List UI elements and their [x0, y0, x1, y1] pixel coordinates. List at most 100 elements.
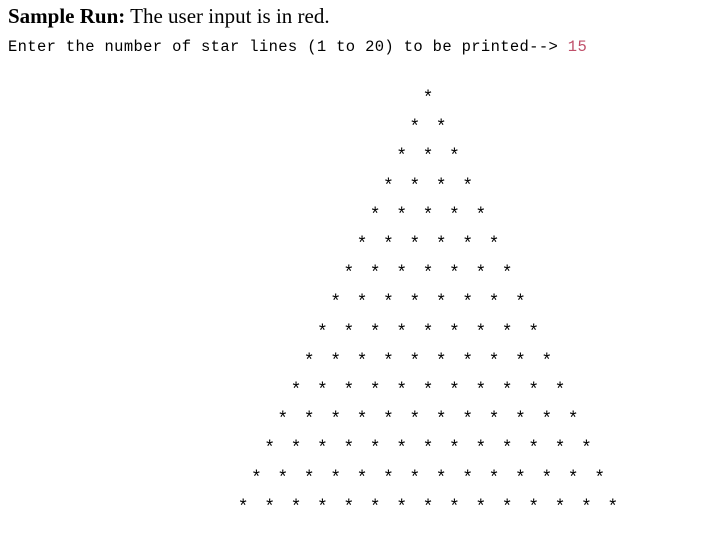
star-char: * [382, 410, 394, 431]
star-char: * [343, 439, 355, 460]
star-char: * [528, 439, 539, 460]
star-char: * [528, 381, 539, 401]
user-input-value: 15 [567, 38, 588, 56]
star-char: * [396, 439, 407, 460]
console-prompt-line: Enter the number of star lines (1 to 20)… [8, 38, 587, 56]
star-char: * [501, 264, 513, 285]
star-char: * [448, 322, 460, 343]
star-char: * [382, 176, 394, 197]
star-char: * [501, 381, 513, 401]
star-char: * [356, 468, 368, 489]
star-char: * [501, 322, 513, 343]
star-char: * [462, 293, 473, 314]
star-char: * [448, 439, 460, 460]
star-char: * [330, 468, 341, 489]
star-char: * [475, 205, 487, 226]
star-char: * [462, 351, 473, 372]
star-char: * [448, 264, 460, 285]
star-char: * [330, 293, 341, 314]
sample-run-label: Sample Run: [8, 4, 126, 28]
star-char: * [277, 410, 289, 431]
star-char: * [488, 293, 500, 314]
star-char: * [396, 147, 407, 168]
star-char: * [554, 497, 566, 518]
star-char: * [396, 322, 407, 343]
star-char: * [435, 118, 447, 139]
star-char: * [488, 468, 500, 489]
star-char: * [422, 89, 434, 109]
star-char: * [237, 497, 249, 518]
star-char: * [448, 381, 460, 401]
star-char: * [541, 410, 553, 431]
star-char: * [528, 322, 539, 343]
star-char: * [356, 293, 368, 314]
star-char: * [330, 351, 341, 372]
star-char: * [422, 147, 434, 168]
star-char: * [422, 205, 434, 226]
star-char: * [303, 468, 315, 489]
star-char: * [382, 293, 394, 314]
star-char: * [316, 439, 328, 460]
star-char: * [567, 468, 579, 489]
star-char: * [554, 381, 566, 401]
star-char: * [264, 497, 275, 518]
star-char: * [488, 410, 500, 431]
star-char: * [448, 205, 460, 226]
star-char: * [488, 235, 500, 255]
star-char: * [316, 322, 328, 343]
star-char: * [462, 235, 473, 255]
star-char: * [435, 176, 447, 197]
star-char: * [396, 381, 407, 401]
star-char: * [422, 439, 434, 460]
star-char: * [409, 235, 421, 255]
star-char: * [277, 468, 289, 489]
star-char: * [435, 468, 447, 489]
star-char: * [396, 205, 407, 226]
star-char: * [264, 439, 275, 460]
star-char: * [435, 410, 447, 431]
star-char: * [290, 381, 302, 401]
star-char: * [396, 497, 407, 518]
star-char: * [356, 351, 368, 372]
star-char: * [409, 118, 421, 139]
prompt-text: Enter the number of star lines (1 to 20)… [8, 38, 568, 56]
star-char: * [330, 410, 341, 431]
star-char: * [422, 264, 434, 285]
star-char: * [369, 205, 381, 226]
star-char: * [528, 497, 539, 518]
star-char: * [422, 381, 434, 401]
sample-run-heading: Sample Run: The user input is in red. [8, 4, 330, 29]
star-char: * [343, 264, 355, 285]
star-char: * [541, 468, 553, 489]
star-char: * [290, 497, 302, 518]
star-char: * [369, 439, 381, 460]
star-char: * [382, 468, 394, 489]
star-char: * [580, 439, 592, 460]
star-char: * [316, 381, 328, 401]
star-char: * [594, 468, 605, 489]
star-char: * [435, 293, 447, 314]
star-char: * [409, 351, 421, 372]
star-char: * [514, 468, 526, 489]
star-char: * [356, 235, 368, 255]
star-char: * [475, 322, 487, 343]
star-char: * [475, 497, 487, 518]
star-char: * [409, 293, 421, 314]
star-char: * [501, 439, 513, 460]
star-char: * [343, 381, 355, 401]
star-char: * [567, 410, 579, 431]
star-char: * [435, 235, 447, 255]
star-char: * [409, 468, 421, 489]
star-char: * [250, 468, 262, 489]
star-char: * [488, 351, 500, 372]
star-char: * [356, 410, 368, 431]
star-char: * [435, 351, 447, 372]
star-char: * [290, 439, 302, 460]
star-char: * [475, 264, 487, 285]
star-char: * [316, 497, 328, 518]
star-char: * [462, 176, 473, 197]
star-char: * [422, 497, 434, 518]
star-char: * [448, 497, 460, 518]
star-char: * [554, 439, 566, 460]
star-char: * [475, 439, 487, 460]
